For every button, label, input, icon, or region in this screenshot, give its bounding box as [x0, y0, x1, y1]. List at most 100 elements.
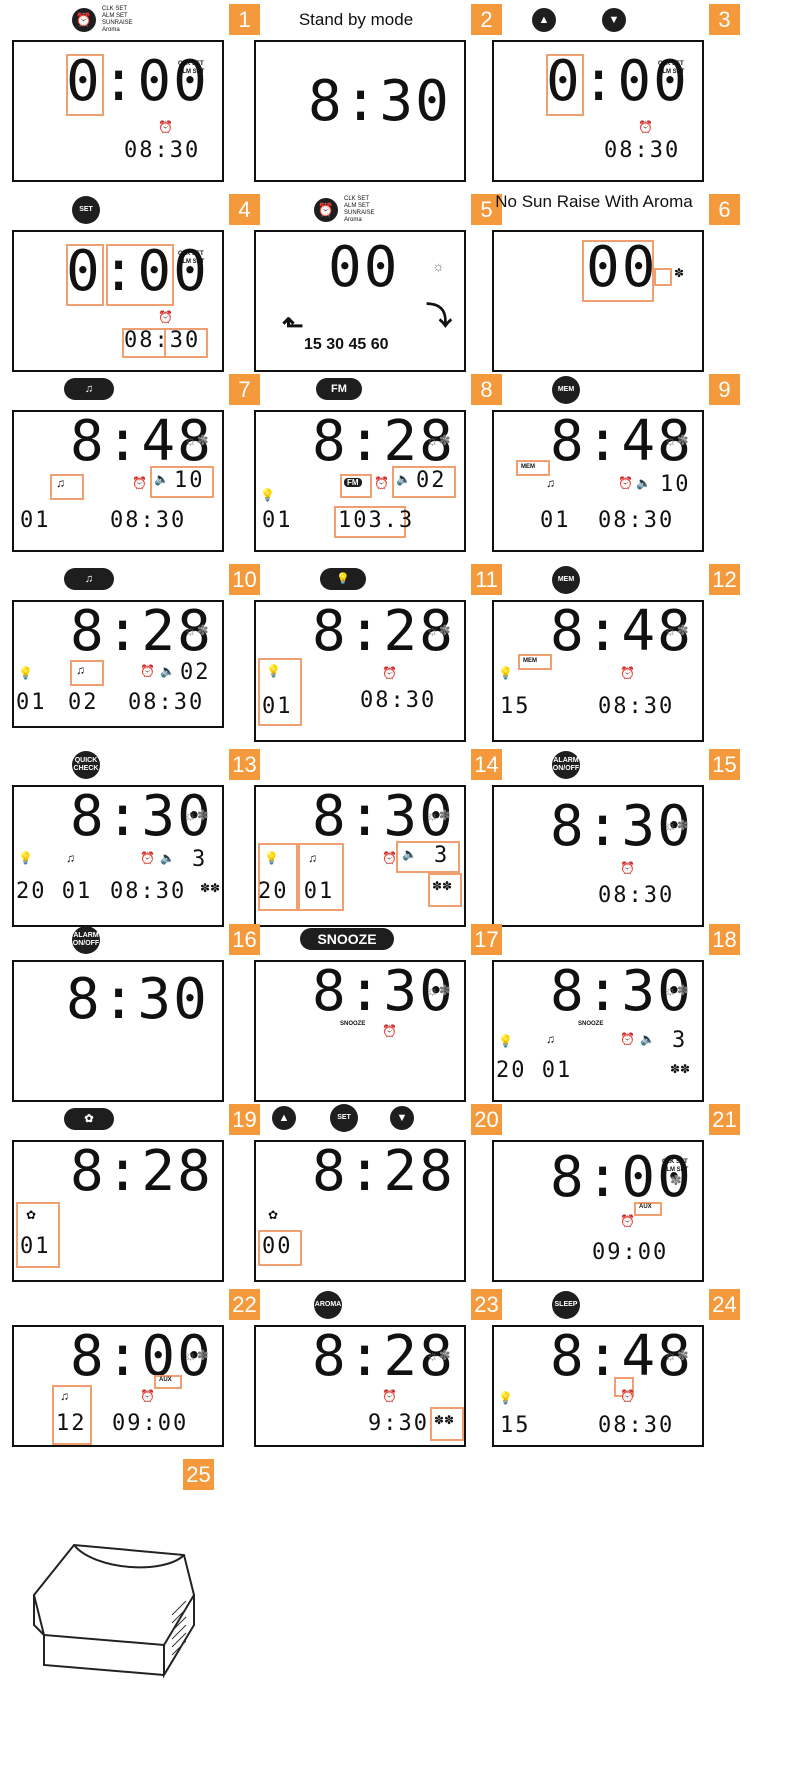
panel-22: 22 8:00 ☼✽ AUX ⏰ ♫ 12 09:00 [4, 1285, 264, 1475]
aroma-fan-icon: ✿ [268, 1208, 279, 1222]
panel-6: No Sun Raise With Aroma 6 00 ✽ [484, 190, 744, 380]
panel-17: SNOOZE 17 8:30 ☼✽ SNOOZE ⏰ [246, 920, 506, 1110]
speaker-icon: 🔈 [160, 851, 175, 865]
time-display: 00 [328, 235, 400, 300]
tag-label: CLK SET ALM SET [178, 61, 205, 75]
alarm-clock-icon: ⏰ [620, 861, 635, 875]
alarm-time: 09:00 [592, 1240, 669, 1265]
panel-1: ⏰ CLK SET ALM SET SUNRAISE Aroma 1 0:00 CLK… [4, 0, 264, 190]
step-number: 18 [709, 924, 740, 955]
alarm-clock-icon: ⏰ [140, 664, 155, 678]
alarm-clock-icon: ⏰ [158, 310, 173, 324]
aroma-level: 01 [20, 1234, 51, 1259]
lcd-display: 8:28 ☼✽ 💡 01 ⏰ 08:30 [254, 600, 466, 742]
quick-check-button: QUICK CHECK [72, 751, 100, 779]
mem-label: MEM [521, 464, 535, 470]
lcd-display: 8:30 ☼✽ 💡 ♫ ⏰ 🔈 3 20 01 ✽✽ [254, 785, 466, 927]
aroma-fan-icon: ✽✽ [434, 1413, 455, 1427]
preset-number: 20 01 [258, 879, 335, 904]
panel-21: 21 8:00 CLK SET ALM SET ✽ AUX ⏰ 09:00 [484, 1100, 744, 1290]
arrow-up-icon: ⬑ [282, 310, 304, 340]
lcd-display: 00 ✽ [492, 230, 704, 372]
lcd-display: 8:30 ☼✽ ⏰ 08:30 [492, 785, 704, 927]
volume-level: 3 [672, 1028, 688, 1053]
aroma-fan-icon: ✿ [26, 1208, 37, 1222]
time-display: 8:28 [312, 1139, 455, 1204]
step-number: 25 [183, 1459, 214, 1490]
preset-number: 01 [16, 690, 47, 715]
sun-icon: ☼✽ [184, 807, 209, 823]
panel-23: AROMA 23 8:28 ☼✽ ⏰ 9:30 ✽✽ [246, 1285, 506, 1475]
speaker-icon: 🔈 [636, 476, 651, 490]
track-number: 02 [68, 690, 99, 715]
bulb-icon: 💡 [320, 568, 366, 590]
panel-2: Stand by mode 2 8:30 [246, 0, 506, 190]
step-number: 6 [709, 194, 740, 225]
preset-number: 20 01 [16, 879, 93, 904]
step-number: 3 [709, 4, 740, 35]
panel-13: QUICK CHECK 13 8:30 ☼✽ 💡 ♫ ⏰ 🔈 3 20 01 0… [4, 745, 264, 935]
lcd-display: 8:30 [254, 40, 466, 182]
set-button: SET [330, 1104, 358, 1132]
device-illustration [32, 1543, 196, 1679]
aux-label: AUX [159, 1377, 172, 1383]
caption: No Sun Raise With Aroma [495, 192, 693, 211]
alarm-clock-icon: ⏰ [382, 1389, 397, 1403]
lcd-display: 8:28 ☼✽ 💡 FM ⏰ 🔈 02 01 103.3 [254, 410, 466, 552]
volume-level: 10 [660, 472, 691, 497]
alarm-time: 08:30 [598, 883, 675, 908]
aroma-level: 00 [262, 1234, 293, 1259]
preset-number: 20 01 [496, 1058, 573, 1083]
alarm-time: 08:30 [124, 328, 201, 353]
duration-options: 15 30 45 60 [304, 336, 389, 353]
step-number: 15 [709, 749, 740, 780]
panel-16: ALARM ON/OFF 16 8:30 [4, 920, 264, 1110]
music-note-icon: ♫ [308, 851, 317, 865]
snooze-label: SNOOZE [578, 1021, 604, 1027]
time-display: 8:30 [308, 69, 451, 134]
sun-icon: ☼✽ [664, 1347, 689, 1363]
sun-icon: ☼✽ [184, 432, 209, 448]
lcd-display: 0:00 CLK SET ALM SET ⏰ 08:30 [492, 40, 704, 182]
lcd-display: 8:28 ✿ 00 [254, 1140, 466, 1282]
time-display: 8:28 [70, 1139, 213, 1204]
lcd-display: 8:00 ☼✽ AUX ⏰ ♫ 12 09:00 [12, 1325, 224, 1447]
panel-8: FM 8 8:28 ☼✽ 💡 FM ⏰ 🔈 02 01 103.3 [246, 370, 506, 560]
highlight-box [654, 268, 672, 286]
speaker-icon: 🔈 [154, 472, 169, 486]
bulb-icon: 💡 [18, 666, 33, 680]
up-triangle-icon: ▲ [272, 1106, 296, 1130]
alarm-clock-icon: ⏰ [618, 476, 633, 490]
alarm-time: 09:00 [112, 1411, 189, 1436]
alarm-time: 08:30 [598, 508, 675, 533]
alarm-time: 9:30 [368, 1411, 429, 1436]
mem-button: MEM [552, 376, 580, 404]
sun-icon: ☼✽ [426, 807, 451, 823]
fm-label: FM [344, 478, 362, 487]
lcd-display: 8:30 [12, 960, 224, 1102]
alarm-time: 08:30 [128, 690, 205, 715]
alarm-time: 08:30 [110, 508, 187, 533]
panel-12: MEM 12 8:48 ☼✽ 💡 MEM ⏰ 15 08:30 [484, 560, 744, 750]
panel-15: ALARM ON/OFF 15 8:30 ☼✽ ⏰ 08:30 [484, 745, 744, 935]
step-number: 21 [709, 1104, 740, 1135]
brightness-level: 15 [500, 694, 531, 719]
alarm-clock-icon: ⏰ [382, 1024, 397, 1038]
panel-9: MEM 9 8:48 ☼✽ MEM ♫ ⏰ 🔈 10 01 08:30 [484, 370, 744, 560]
alarm-clock-icon: ⏰ [620, 666, 635, 680]
preset-number: 01 [262, 508, 293, 533]
alarm-time: 08:30 [604, 138, 681, 163]
brightness-level: 01 [262, 694, 293, 719]
aux-label: AUX [639, 1204, 652, 1210]
volume-level: 02 [180, 660, 211, 685]
alarm-time: 08:30 [360, 688, 437, 713]
music-note-icon: ♫ [64, 568, 114, 590]
step-number: 9 [709, 374, 740, 405]
mode-list: CLK SET ALM SET SUNRAISE Aroma [102, 6, 133, 33]
tag-label: CLK SET ALM SET [178, 251, 205, 265]
alarm-clock-icon: ⏰ [140, 851, 155, 865]
speaker-icon: 🔈 [640, 1032, 655, 1046]
time-display: 00 [586, 235, 658, 300]
alarm-clock-icon: ⏰ [132, 476, 147, 490]
alarm-clock-icon: ⏰ [72, 8, 96, 32]
